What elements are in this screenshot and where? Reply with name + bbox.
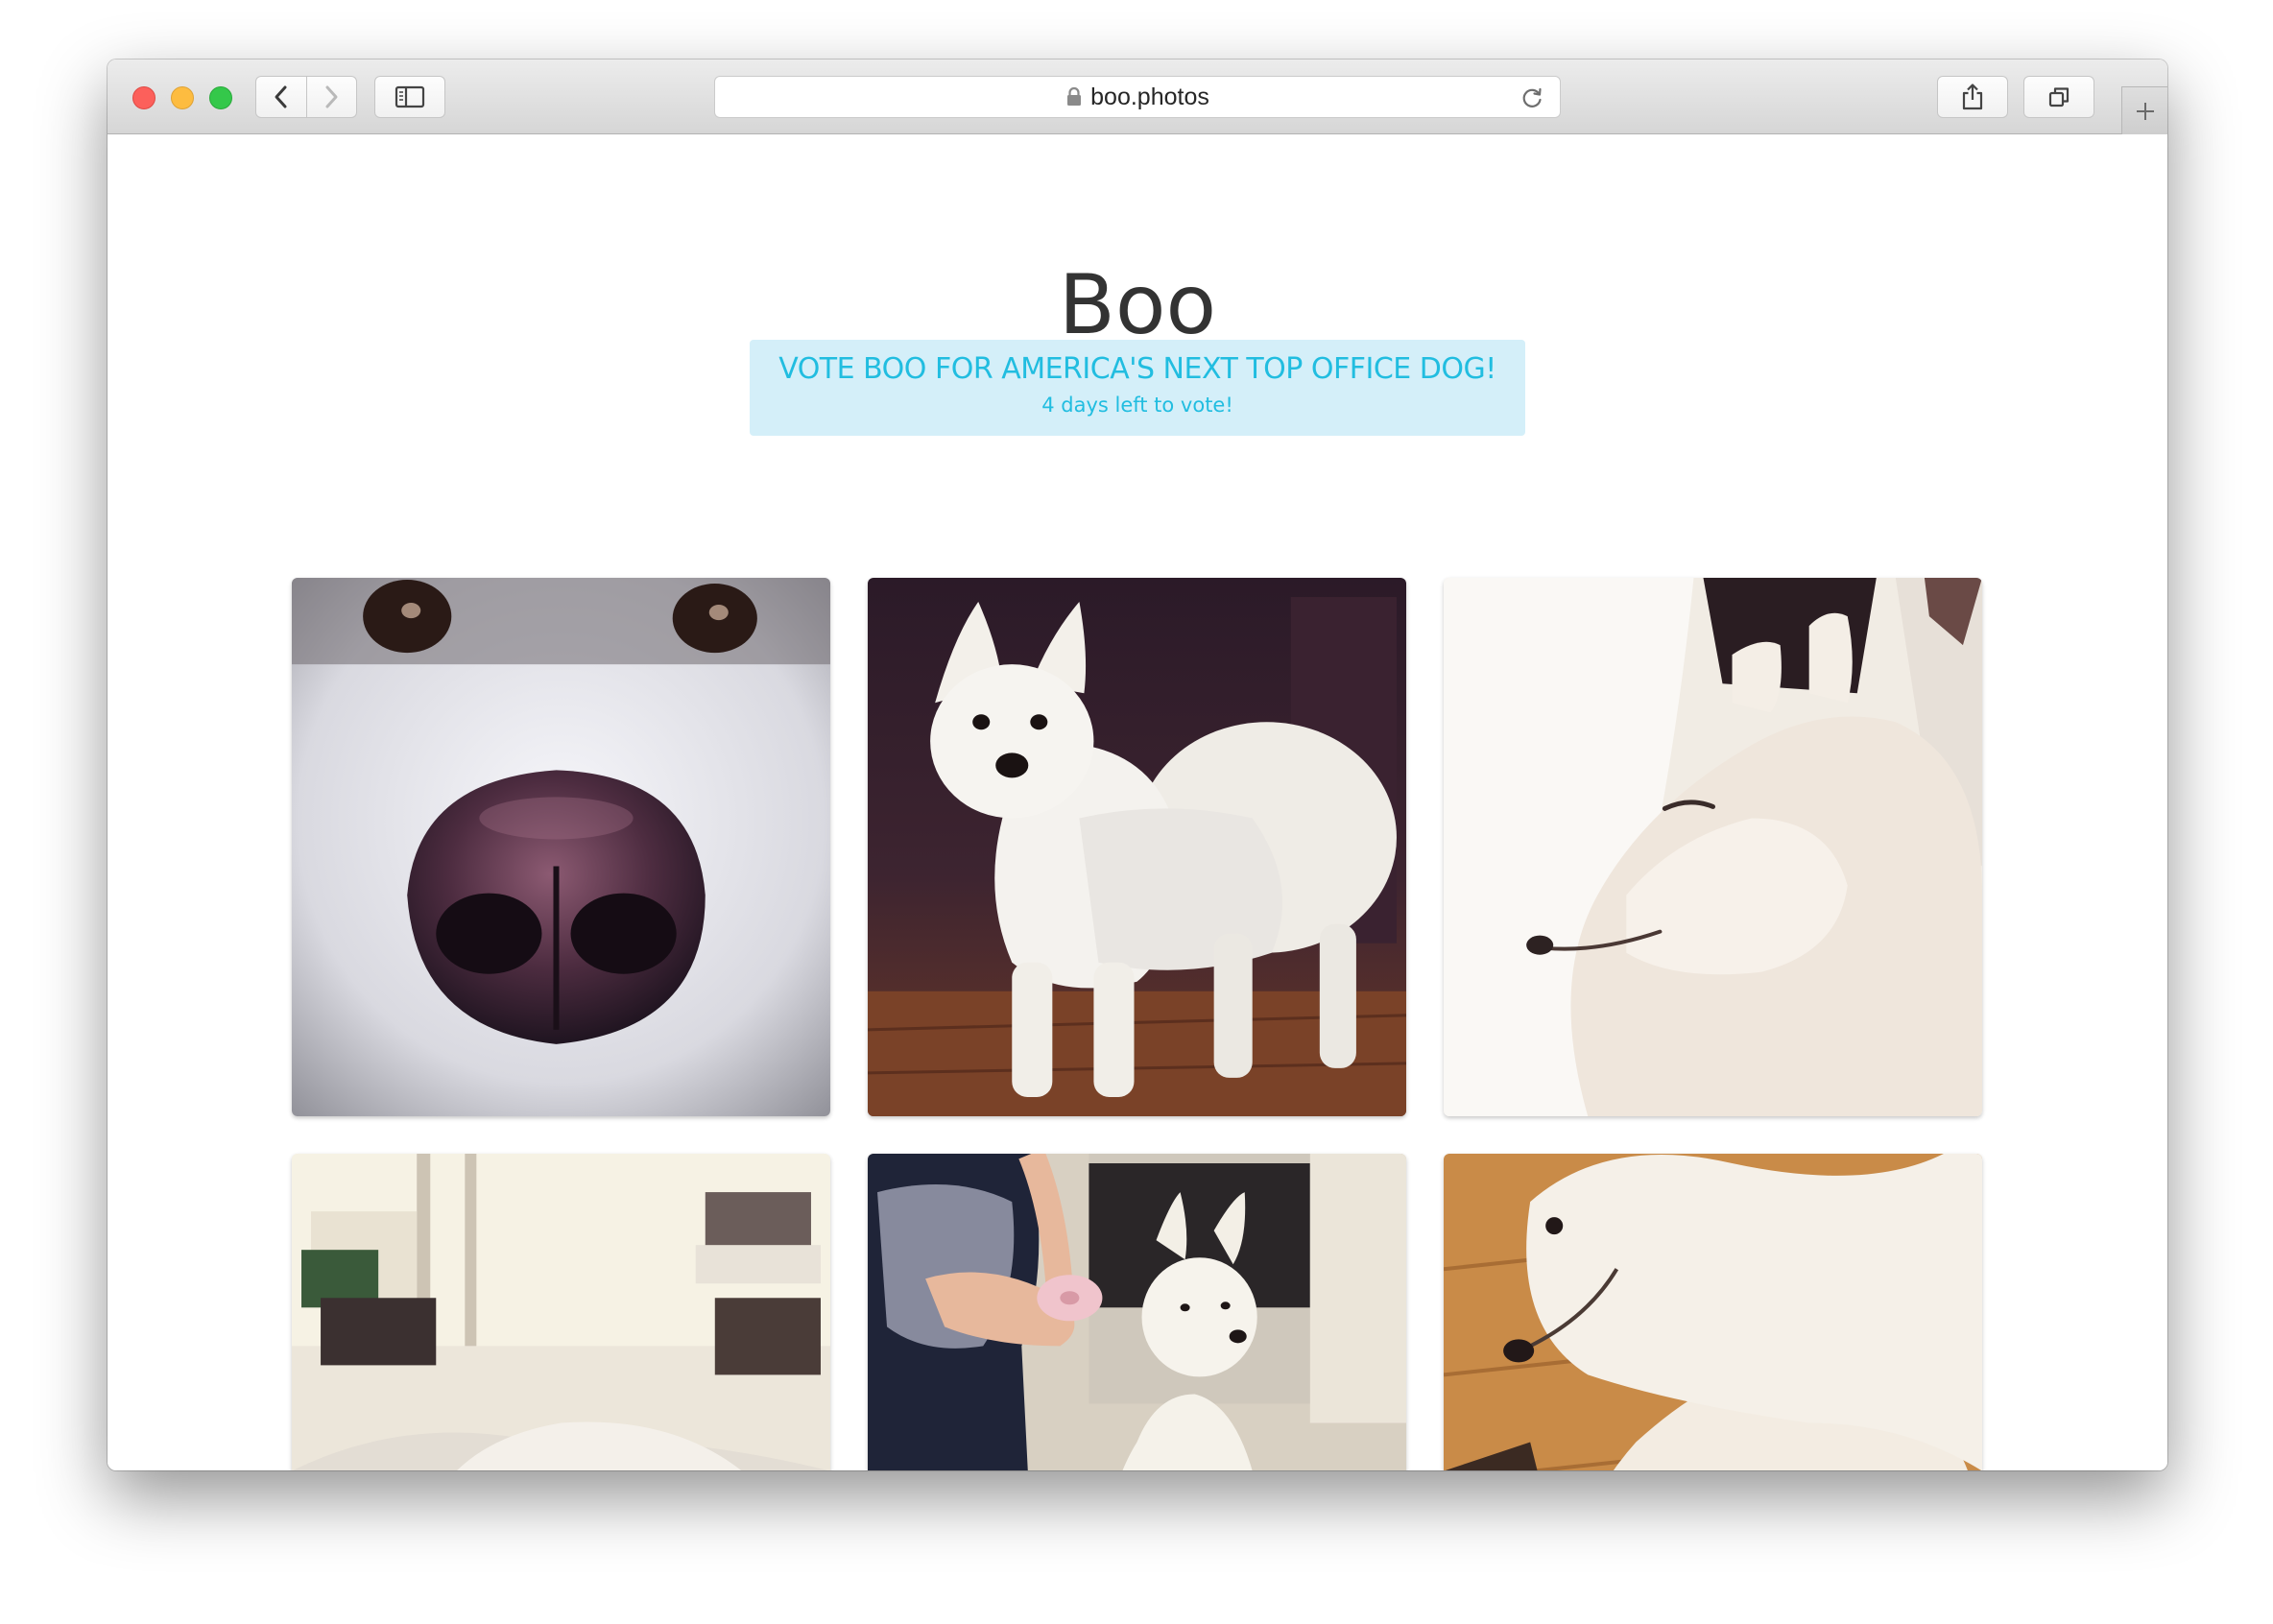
- photo-dog-with-treat[interactable]: [868, 1154, 1406, 1470]
- vote-headline: VOTE BOO FOR AMERICA'S NEXT TOP OFFICE D…: [778, 352, 1496, 386]
- photo-nose-closeup[interactable]: [292, 578, 830, 1116]
- new-tab-button[interactable]: [2121, 86, 2167, 134]
- photo-dog-sniffing-floor[interactable]: [1444, 1154, 1982, 1470]
- browser-window: boo.photos Boo VOTE BOO FOR AMERICA'S NE…: [108, 60, 2167, 1470]
- dog-nose-image: [292, 578, 830, 1116]
- tabs-overview-icon: [2048, 87, 2070, 107]
- vote-banner[interactable]: VOTE BOO FOR AMERICA'S NEXT TOP OFFICE D…: [750, 340, 1525, 436]
- minimize-window-button[interactable]: [171, 86, 194, 109]
- sidebar-icon: [395, 85, 425, 108]
- zoom-window-button[interactable]: [209, 86, 232, 109]
- sidebar-button[interactable]: [374, 76, 445, 118]
- tabs-overview-button[interactable]: [2023, 76, 2094, 118]
- back-button[interactable]: [256, 77, 306, 117]
- navigation-buttons: [255, 76, 357, 118]
- photo-dog-on-pillow[interactable]: [1444, 578, 1982, 1116]
- close-window-button[interactable]: [132, 86, 156, 109]
- page-title: Boo: [1058, 257, 1217, 353]
- dog-in-tshirt-image: [868, 578, 1406, 1116]
- plus-icon: [2136, 102, 2154, 120]
- forward-button[interactable]: [305, 77, 357, 117]
- dog-on-bed-image: [292, 1154, 830, 1470]
- vote-days-left: 4 days left to vote!: [1041, 394, 1233, 417]
- reload-icon[interactable]: [1519, 85, 1544, 110]
- dog-with-treat-image: [868, 1154, 1406, 1470]
- photo-dog-in-tshirt[interactable]: [868, 578, 1406, 1116]
- lock-icon: [1067, 86, 1082, 106]
- chevron-right-icon: [325, 85, 338, 108]
- dog-on-pillow-image: [1444, 578, 1982, 1116]
- address-url: boo.photos: [1090, 83, 1209, 110]
- share-icon: [1962, 84, 1983, 110]
- page-content: Boo VOTE BOO FOR AMERICA'S NEXT TOP OFFI…: [108, 134, 2167, 1470]
- address-bar[interactable]: boo.photos: [714, 76, 1561, 118]
- share-button[interactable]: [1937, 76, 2008, 118]
- dog-sniffing-floor-image: [1444, 1154, 1982, 1470]
- browser-toolbar: boo.photos: [108, 60, 2167, 134]
- photo-dog-on-bed[interactable]: [292, 1154, 830, 1470]
- chevron-left-icon: [275, 85, 287, 108]
